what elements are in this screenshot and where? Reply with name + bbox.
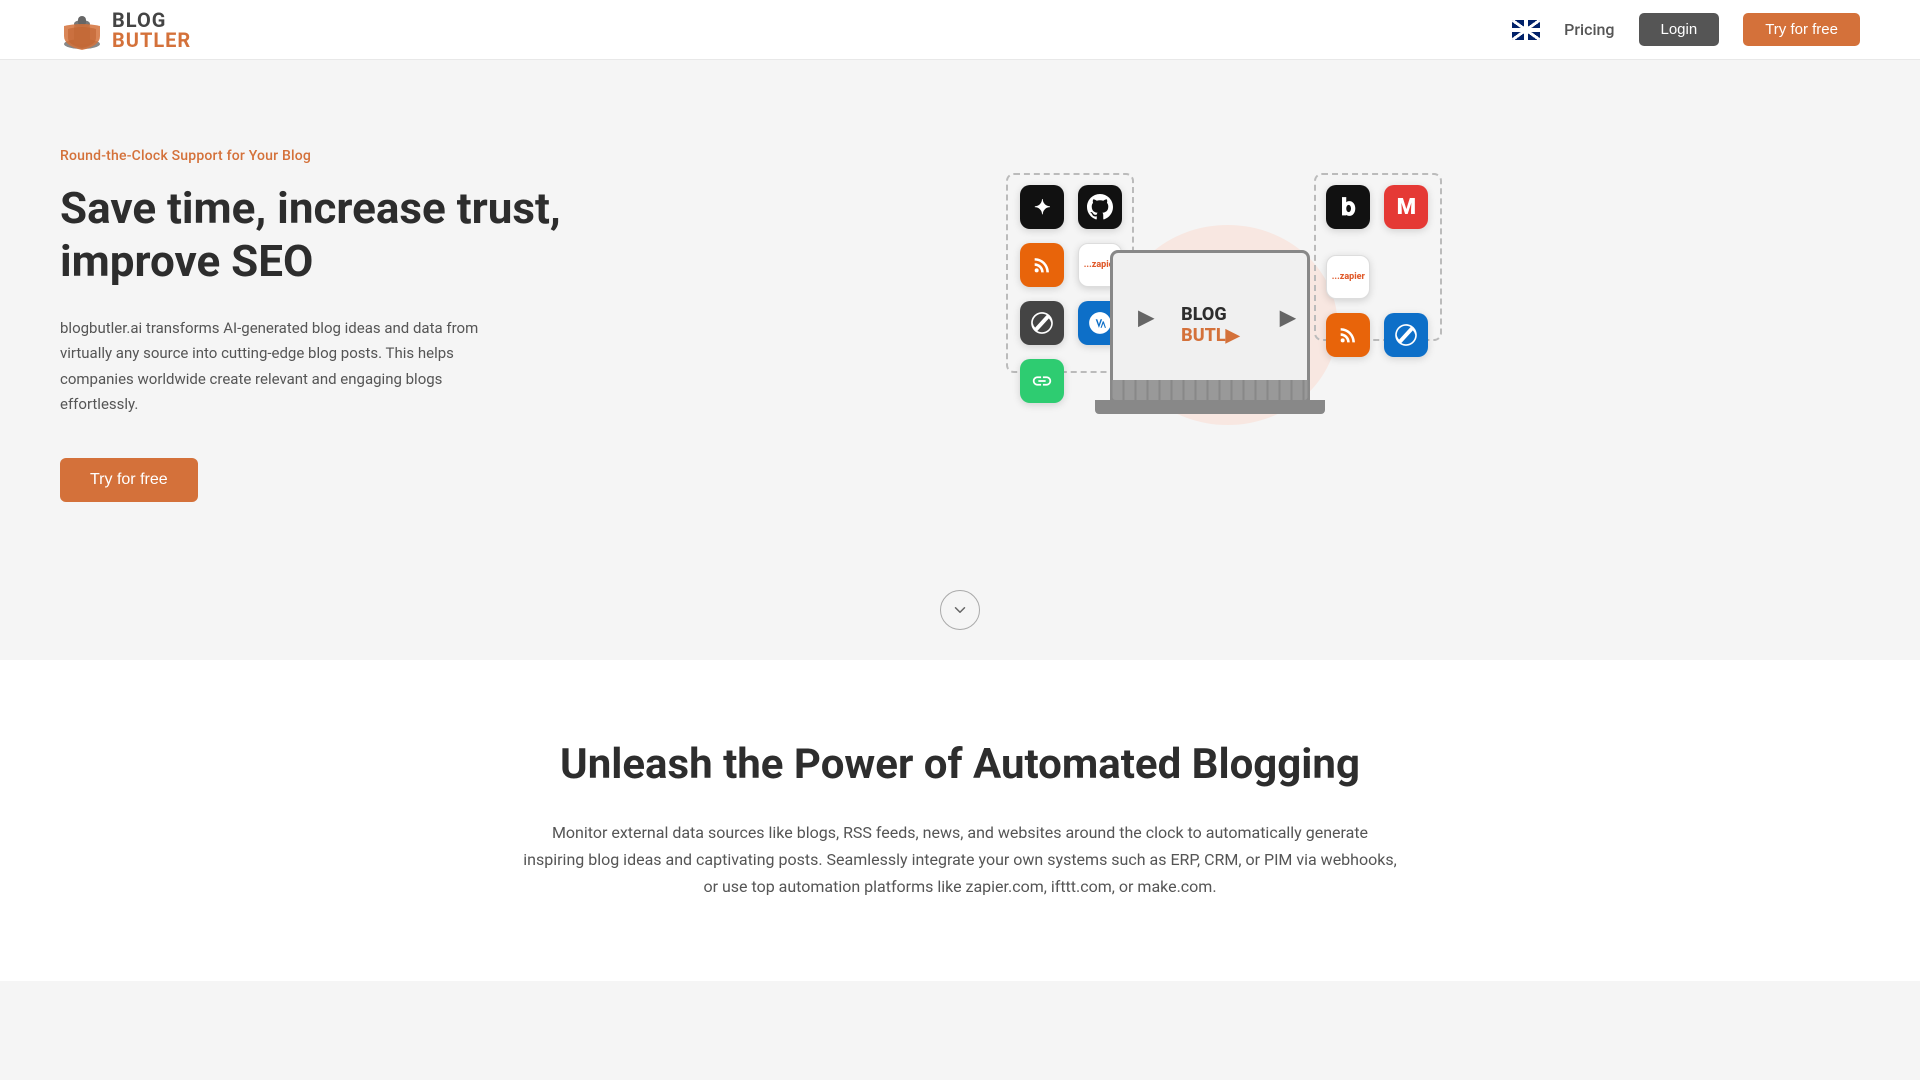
section2-description: Monitor external data sources like blogs… xyxy=(520,819,1400,901)
rss-icon-left xyxy=(1020,243,1064,287)
m-icon-right: M xyxy=(1384,185,1428,229)
try-free-nav-button[interactable]: Try for free xyxy=(1743,13,1860,46)
logo-blog-text: BLOG xyxy=(112,10,191,30)
hero-description: blogbutler.ai transforms AI-generated bl… xyxy=(60,316,520,418)
login-button[interactable]: Login xyxy=(1639,13,1720,46)
arrow-left: ▶ xyxy=(1138,305,1153,329)
hero-title-line2: improve SEO xyxy=(60,235,313,287)
github-icon xyxy=(1078,185,1122,229)
b-icon: 𝐛 xyxy=(1326,185,1370,229)
hero-tagline: Round-the-Clock Support for Your Blog xyxy=(60,148,561,164)
link-icon xyxy=(1020,359,1064,403)
scroll-down-button[interactable] xyxy=(940,590,980,630)
laptop-keyboard xyxy=(1113,380,1308,400)
arrow-right: ▶ xyxy=(1280,305,1295,329)
logo[interactable]: BLOG BUTLER xyxy=(60,8,191,52)
logo-icon xyxy=(60,8,104,52)
try-free-hero-button[interactable]: Try for free xyxy=(60,458,198,502)
hero-title-line1: Save time, increase trust, xyxy=(60,182,561,234)
scroll-down-section xyxy=(0,580,1920,660)
chevron-down-icon xyxy=(951,601,969,619)
pricing-link[interactable]: Pricing xyxy=(1564,20,1614,39)
logo-butler-text: BUTLER xyxy=(112,30,191,50)
zapier-icon-right: ...zapier xyxy=(1326,255,1370,299)
section2-title: Unleash the Power of Automated Blogging xyxy=(60,740,1860,789)
navbar: BLOG BUTLER Pricing Login Try for free xyxy=(0,0,1920,60)
nav-actions: Pricing Login Try for free xyxy=(1512,13,1860,46)
hero-illustration: ✦ ...zapier ▶ ▶ BLOG xyxy=(561,165,1860,485)
language-flag[interactable] xyxy=(1512,20,1540,40)
wordpress-icon-left xyxy=(1020,301,1064,345)
wordpress-icon-right xyxy=(1384,313,1428,357)
rss-icon-right xyxy=(1326,313,1370,357)
illustration-container: ✦ ...zapier ▶ ▶ BLOG xyxy=(970,165,1450,485)
hero-content: Round-the-Clock Support for Your Blog Sa… xyxy=(60,148,561,502)
automated-blogging-section: Unleash the Power of Automated Blogging … xyxy=(0,660,1920,981)
hero-title: Save time, increase trust, improve SEO xyxy=(60,182,561,288)
laptop-base xyxy=(1095,400,1325,414)
hero-section: Round-the-Clock Support for Your Blog Sa… xyxy=(0,60,1920,580)
wrench-icon: ✦ xyxy=(1020,185,1064,229)
